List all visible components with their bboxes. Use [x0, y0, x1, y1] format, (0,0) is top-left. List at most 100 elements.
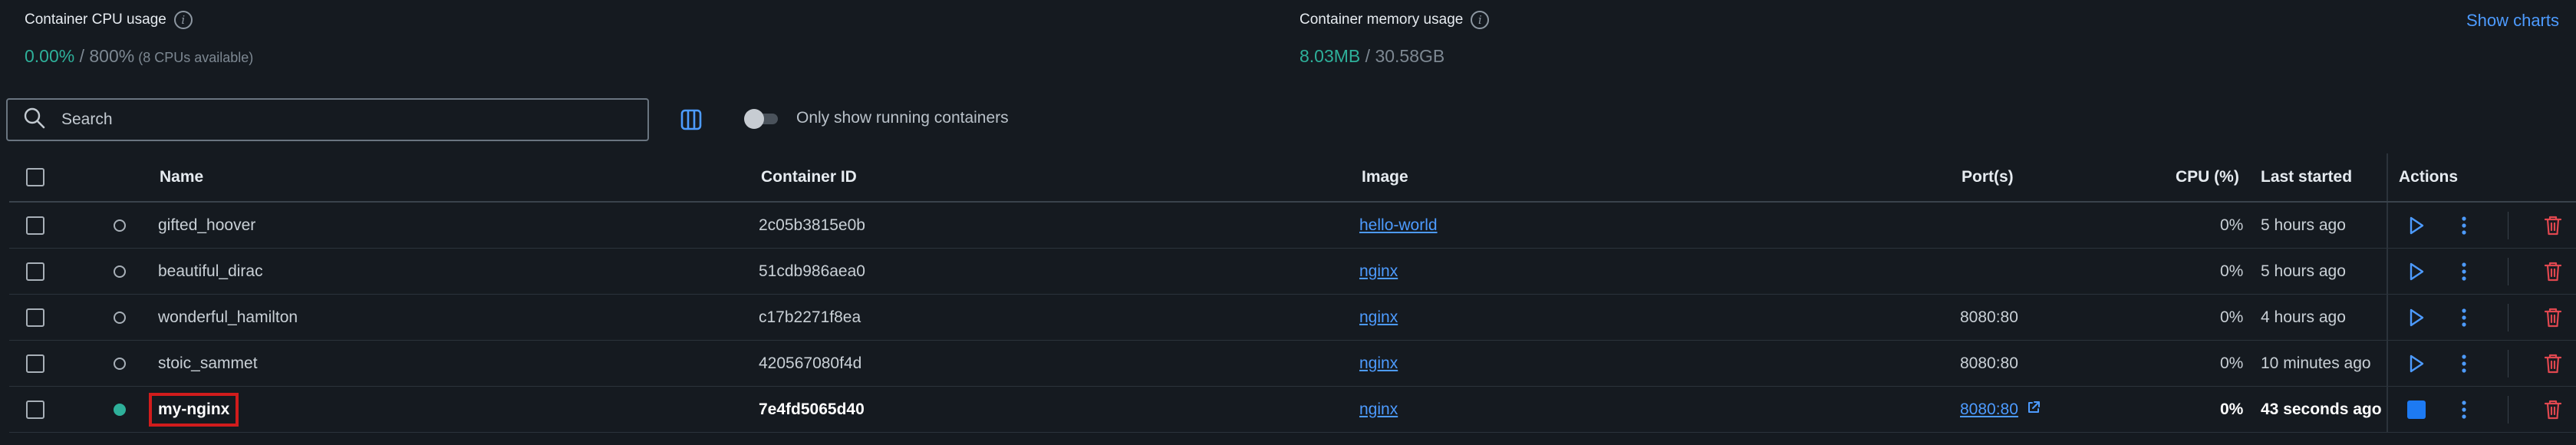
- external-link-icon[interactable]: [2026, 400, 2041, 420]
- table-row[interactable]: beautiful_dirac 51cdb986aea0 nginx 0% 5 …: [9, 249, 2576, 295]
- port-link[interactable]: 8080:80: [1960, 400, 2018, 419]
- container-name[interactable]: my-nginx: [149, 392, 239, 427]
- more-options-button[interactable]: [2452, 213, 2476, 238]
- info-icon[interactable]: i: [173, 11, 193, 29]
- last-started: 4 hours ago: [2261, 308, 2346, 326]
- header-actions: Actions: [2399, 168, 2459, 186]
- last-started: 5 hours ago: [2261, 262, 2346, 280]
- ports: 8080:80: [1960, 354, 2018, 372]
- trash-icon: [2544, 262, 2562, 282]
- container-name[interactable]: beautiful_dirac: [158, 249, 263, 294]
- trash-icon: [2544, 308, 2562, 328]
- status-stopped-icon: [114, 311, 126, 324]
- cpu-note: (8 CPUs available): [134, 50, 254, 65]
- start-button[interactable]: [2404, 351, 2429, 376]
- header-name[interactable]: Name: [160, 153, 203, 201]
- cpu-percent: 0%: [2220, 354, 2244, 372]
- container-name[interactable]: wonderful_hamilton: [158, 295, 298, 340]
- search-box[interactable]: [6, 98, 649, 141]
- image-link[interactable]: hello-world: [1359, 216, 1438, 235]
- start-button[interactable]: [2404, 305, 2429, 330]
- cpu-total: 800%: [89, 46, 135, 66]
- trash-icon: [2544, 354, 2562, 374]
- row-checkbox[interactable]: [26, 400, 44, 419]
- running-only-toggle[interactable]: [744, 109, 779, 129]
- cpu-usage-value: 0.00% / 800% (8 CPUs available): [25, 46, 254, 66]
- show-charts-link[interactable]: Show charts: [2466, 11, 2559, 31]
- search-icon: [23, 107, 46, 134]
- row-checkbox[interactable]: [26, 216, 44, 235]
- toolbar: Only show running containers: [6, 98, 1080, 141]
- image-link[interactable]: nginx: [1359, 308, 1398, 327]
- container-id: 7e4fd5065d40: [759, 400, 865, 418]
- header-image[interactable]: Image: [1362, 153, 1408, 201]
- memory-usage-stat: Container memory usage i 8.03MB / 30.58G…: [1300, 11, 1490, 67]
- more-options-button[interactable]: [2452, 351, 2476, 376]
- table-row[interactable]: wonderful_hamilton c17b2271f8ea nginx 80…: [9, 295, 2576, 341]
- last-started: 43 seconds ago: [2261, 400, 2382, 418]
- stop-button[interactable]: [2404, 397, 2429, 422]
- more-options-button[interactable]: [2452, 305, 2476, 330]
- info-icon[interactable]: i: [1471, 11, 1490, 29]
- kebab-menu-icon: [2462, 216, 2466, 235]
- delete-button[interactable]: [2541, 351, 2565, 376]
- cpu-usage-stat: Container CPU usage i 0.00% / 800% (8 CP…: [25, 11, 253, 67]
- header-ports[interactable]: Port(s): [1962, 153, 2014, 201]
- table-row[interactable]: gifted_hoover 2c05b3815e0b hello-world 0…: [9, 203, 2576, 249]
- status-stopped-icon: [114, 265, 126, 278]
- container-name[interactable]: stoic_sammet: [158, 341, 258, 386]
- delete-button[interactable]: [2541, 213, 2565, 238]
- image-link[interactable]: nginx: [1359, 400, 1398, 419]
- memory-usage-value: 8.03MB / 30.58GB: [1300, 46, 1445, 66]
- last-started: 10 minutes ago: [2261, 354, 2371, 372]
- select-all-checkbox[interactable]: [26, 168, 44, 186]
- image-link[interactable]: nginx: [1359, 354, 1398, 373]
- stop-icon: [2407, 400, 2426, 419]
- table-row[interactable]: stoic_sammet 420567080f4d nginx 8080:80 …: [9, 341, 2576, 387]
- play-icon: [2410, 216, 2424, 235]
- header-cpu[interactable]: CPU (%): [2176, 153, 2239, 201]
- memory-total: 30.58GB: [1375, 46, 1445, 66]
- header-last-started[interactable]: Last started: [2261, 153, 2352, 201]
- table-header: Name Container ID Image Port(s) CPU (%) …: [9, 153, 2576, 203]
- header-container-id[interactable]: Container ID: [761, 153, 857, 201]
- status-stopped-icon: [114, 357, 126, 370]
- container-id: 420567080f4d: [759, 354, 862, 372]
- kebab-menu-icon: [2462, 354, 2466, 373]
- cpu-percent: 0%: [2220, 400, 2244, 418]
- delete-button[interactable]: [2541, 305, 2565, 330]
- delete-button[interactable]: [2541, 397, 2565, 422]
- trash-icon: [2544, 400, 2562, 420]
- play-icon: [2410, 262, 2424, 281]
- trash-icon: [2544, 216, 2562, 236]
- status-stopped-icon: [114, 219, 126, 232]
- cpu-usage-label: Container CPU usage: [25, 12, 166, 28]
- start-button[interactable]: [2404, 213, 2429, 238]
- table-row[interactable]: my-nginx 7e4fd5065d40 nginx 8080:80 0% 4…: [9, 387, 2576, 433]
- kebab-menu-icon: [2462, 262, 2466, 281]
- container-id: c17b2271f8ea: [759, 308, 861, 326]
- row-checkbox[interactable]: [26, 354, 44, 373]
- search-input[interactable]: [60, 110, 643, 130]
- play-icon: [2410, 354, 2424, 373]
- stats-bar: Container CPU usage i 0.00% / 800% (8 CP…: [0, 0, 2576, 84]
- row-checkbox[interactable]: [26, 308, 44, 327]
- ports: 8080:80: [1960, 308, 2018, 326]
- running-filter: Only show running containers: [744, 109, 1009, 129]
- cpu-percent: 0%: [2220, 262, 2244, 280]
- kebab-menu-icon: [2462, 400, 2466, 419]
- image-link[interactable]: nginx: [1359, 262, 1398, 281]
- columns-icon[interactable]: [679, 107, 703, 132]
- cpu-used: 0.00%: [25, 46, 75, 66]
- more-options-button[interactable]: [2452, 397, 2476, 422]
- last-started: 5 hours ago: [2261, 216, 2346, 234]
- start-button[interactable]: [2404, 259, 2429, 284]
- cpu-percent: 0%: [2220, 216, 2244, 234]
- container-id: 51cdb986aea0: [759, 262, 865, 280]
- delete-button[interactable]: [2541, 259, 2565, 284]
- container-name[interactable]: gifted_hoover: [158, 203, 255, 248]
- row-checkbox[interactable]: [26, 262, 44, 281]
- containers-table: Name Container ID Image Port(s) CPU (%) …: [9, 153, 2576, 433]
- memory-used: 8.03MB: [1300, 46, 1361, 66]
- more-options-button[interactable]: [2452, 259, 2476, 284]
